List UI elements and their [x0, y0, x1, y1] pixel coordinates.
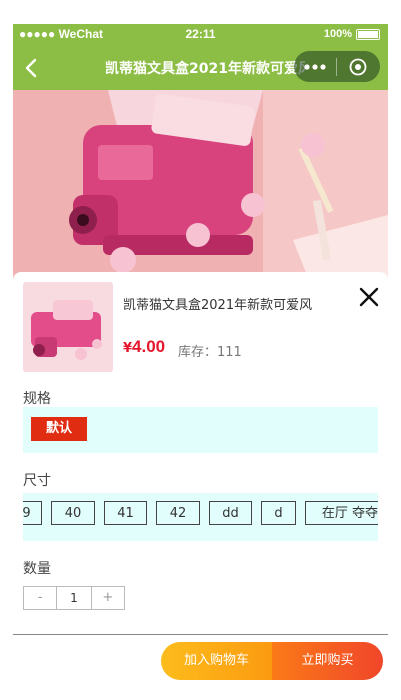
currency-symbol: ¥ — [123, 341, 133, 356]
spec-option-default[interactable]: 默认 — [31, 417, 87, 441]
mini-program-capsule — [294, 51, 380, 82]
back-arrow-icon[interactable] — [21, 57, 43, 79]
page-title: 凯蒂猫文具盒2021年新款可爱风 — [105, 61, 305, 77]
nav-bar: 凯蒂猫文具盒2021年新款可爱风 — [13, 46, 388, 90]
quantity-label: 数量 — [23, 561, 51, 577]
more-menu-button[interactable] — [294, 51, 336, 82]
product-name: 凯蒂猫文具盒2021年新款可爱风 — [123, 298, 313, 313]
more-dots-icon — [304, 63, 326, 70]
spec-options: 默认 — [23, 407, 378, 453]
quantity-input[interactable]: 1 — [56, 587, 92, 609]
target-circle-icon — [349, 58, 367, 75]
buy-now-button[interactable]: 立即购买 — [272, 642, 383, 680]
size-option[interactable]: 41 — [104, 501, 147, 525]
size-option[interactable]: dd — [209, 501, 252, 525]
spec-label: 规格 — [23, 391, 51, 407]
sku-selection-sheet: 凯蒂猫文具盒2021年新款可爱风 ¥ 4.00 库存：111 规格 默认 尺寸 … — [13, 272, 388, 692]
increment-button[interactable]: + — [92, 587, 124, 609]
close-mini-program-button[interactable] — [337, 51, 379, 82]
phone-screen: ●●●●● WeChat 22:11 100% 凯蒂猫文具盒2021年新款可爱风 — [13, 24, 388, 692]
product-hero-image — [13, 90, 388, 290]
size-option[interactable]: 42 — [156, 501, 200, 525]
size-option-list: 9 40 41 42 dd d 在厅 夺夺 — [23, 501, 378, 527]
status-bar: ●●●●● WeChat 22:11 100% — [13, 24, 388, 46]
size-option[interactable]: d — [261, 501, 296, 525]
size-option[interactable]: 40 — [51, 501, 95, 525]
size-options[interactable]: 9 40 41 42 dd d 在厅 夺夺 — [23, 493, 378, 541]
price-value: 4.00 — [132, 337, 166, 356]
size-option[interactable]: 在厅 夺夺 — [305, 501, 378, 525]
product-image-carousel[interactable] — [13, 90, 388, 290]
size-option[interactable]: 9 — [23, 501, 42, 525]
product-thumbnail — [23, 282, 113, 372]
stock-count: 库存：111 — [178, 345, 242, 360]
quantity-stepper: - 1 + — [23, 586, 125, 610]
decrement-button[interactable]: - — [24, 587, 56, 609]
battery-icon — [356, 28, 380, 40]
size-label: 尺寸 — [23, 473, 51, 489]
add-to-cart-button[interactable]: 加入购物车 — [161, 642, 272, 680]
close-icon[interactable] — [358, 286, 380, 308]
battery-percent: 100% — [323, 28, 352, 40]
battery-status: 100% — [324, 28, 380, 40]
product-price: ¥ 4.00 — [123, 337, 165, 357]
footer-divider — [13, 634, 388, 635]
product-thumbnail-image — [23, 282, 113, 372]
